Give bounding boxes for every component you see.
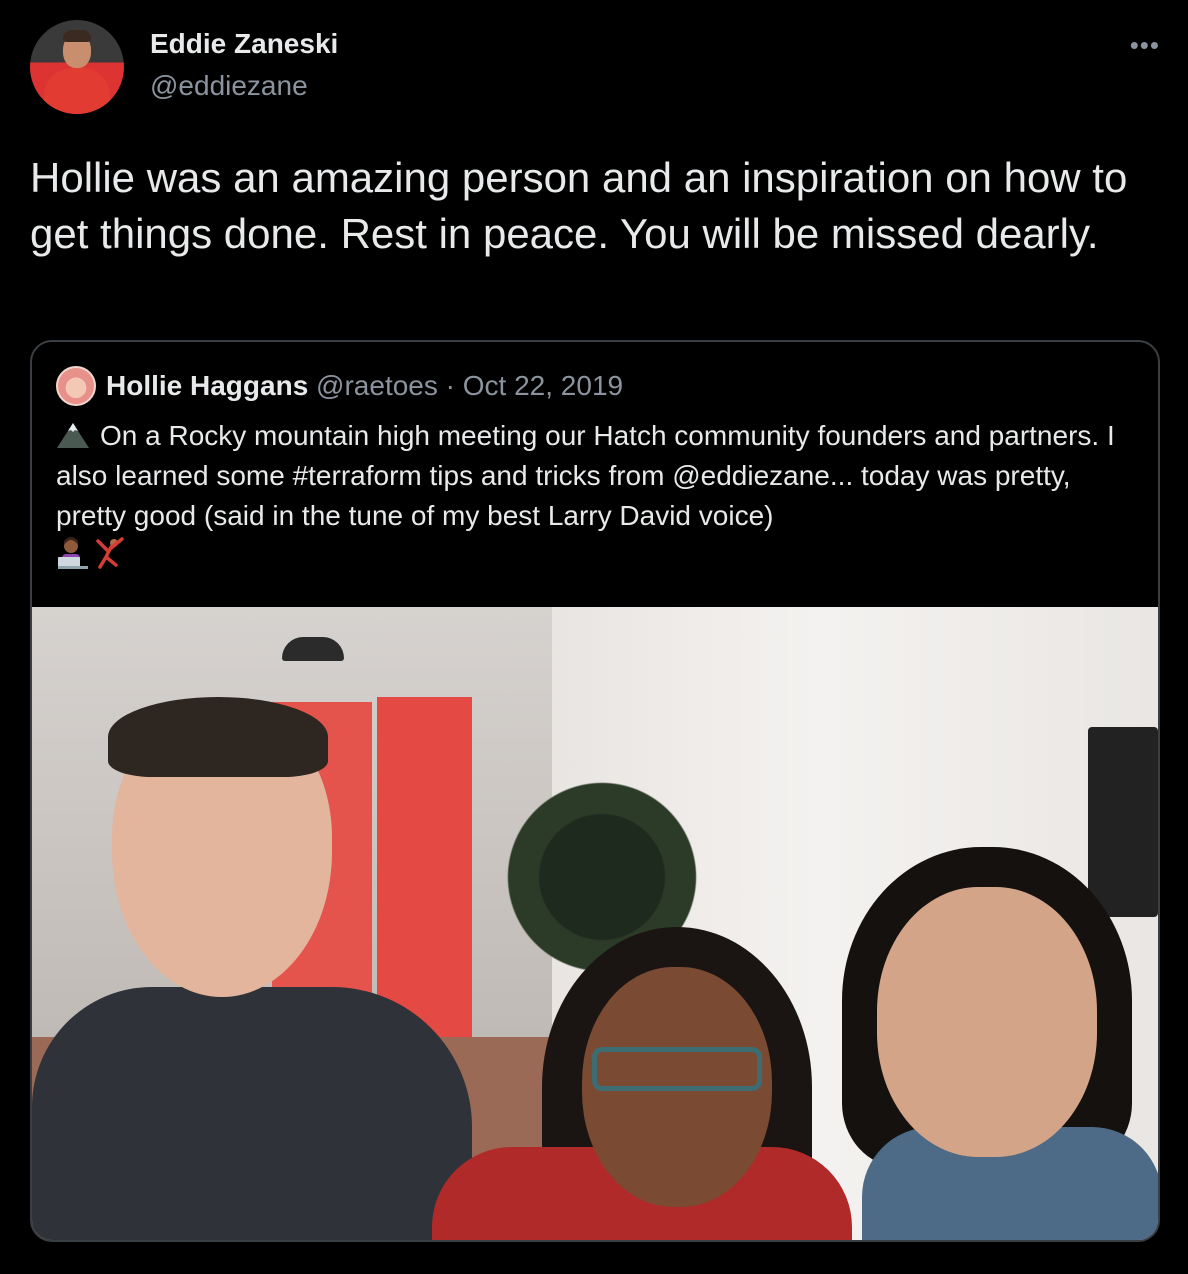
photo-person-left bbox=[32, 697, 472, 1240]
cartwheel-emoji bbox=[96, 536, 124, 569]
author-handle[interactable]: @eddiezane bbox=[150, 70, 308, 102]
quoted-author-name[interactable]: Hollie Haggans bbox=[106, 370, 308, 401]
author-name[interactable]: Eddie Zaneski bbox=[150, 28, 338, 60]
quoted-tweet-photo[interactable] bbox=[32, 607, 1158, 1240]
meta-separator: · bbox=[437, 370, 463, 401]
tweet-header: Eddie Zaneski @eddiezane ••• bbox=[30, 20, 1160, 120]
technologist-emoji bbox=[58, 536, 88, 569]
photo-lamp bbox=[282, 637, 344, 661]
person-hair bbox=[108, 697, 328, 777]
quoted-author-avatar[interactable] bbox=[56, 366, 96, 406]
person-body bbox=[32, 987, 472, 1240]
photo-person-right bbox=[832, 847, 1158, 1240]
quoted-tweet-body: On a Rocky mountain high meeting our Hat… bbox=[56, 420, 1115, 531]
avatar-hair bbox=[63, 30, 91, 42]
person-glasses bbox=[592, 1047, 762, 1091]
more-dots-icon[interactable]: ••• bbox=[1130, 30, 1160, 61]
quoted-tweet-header: Hollie Haggans @raetoes · Oct 22, 2019 bbox=[106, 370, 623, 402]
mountain-emoji bbox=[57, 423, 89, 448]
emoji-row bbox=[56, 534, 132, 569]
author-avatar[interactable] bbox=[30, 20, 124, 114]
tweet-text: Hollie was an amazing person and an insp… bbox=[30, 154, 1128, 257]
quoted-author-handle[interactable]: @raetoes bbox=[316, 370, 438, 401]
quoted-tweet-date[interactable]: Oct 22, 2019 bbox=[463, 370, 623, 401]
photo-person-center bbox=[432, 927, 852, 1240]
person-head bbox=[877, 887, 1097, 1157]
quoted-tweet-text: On a Rocky mountain high meeting our Hat… bbox=[56, 416, 1136, 536]
quoted-tweet[interactable]: Hollie Haggans @raetoes · Oct 22, 2019 O… bbox=[30, 340, 1160, 1242]
avatar-shirt bbox=[44, 68, 110, 114]
